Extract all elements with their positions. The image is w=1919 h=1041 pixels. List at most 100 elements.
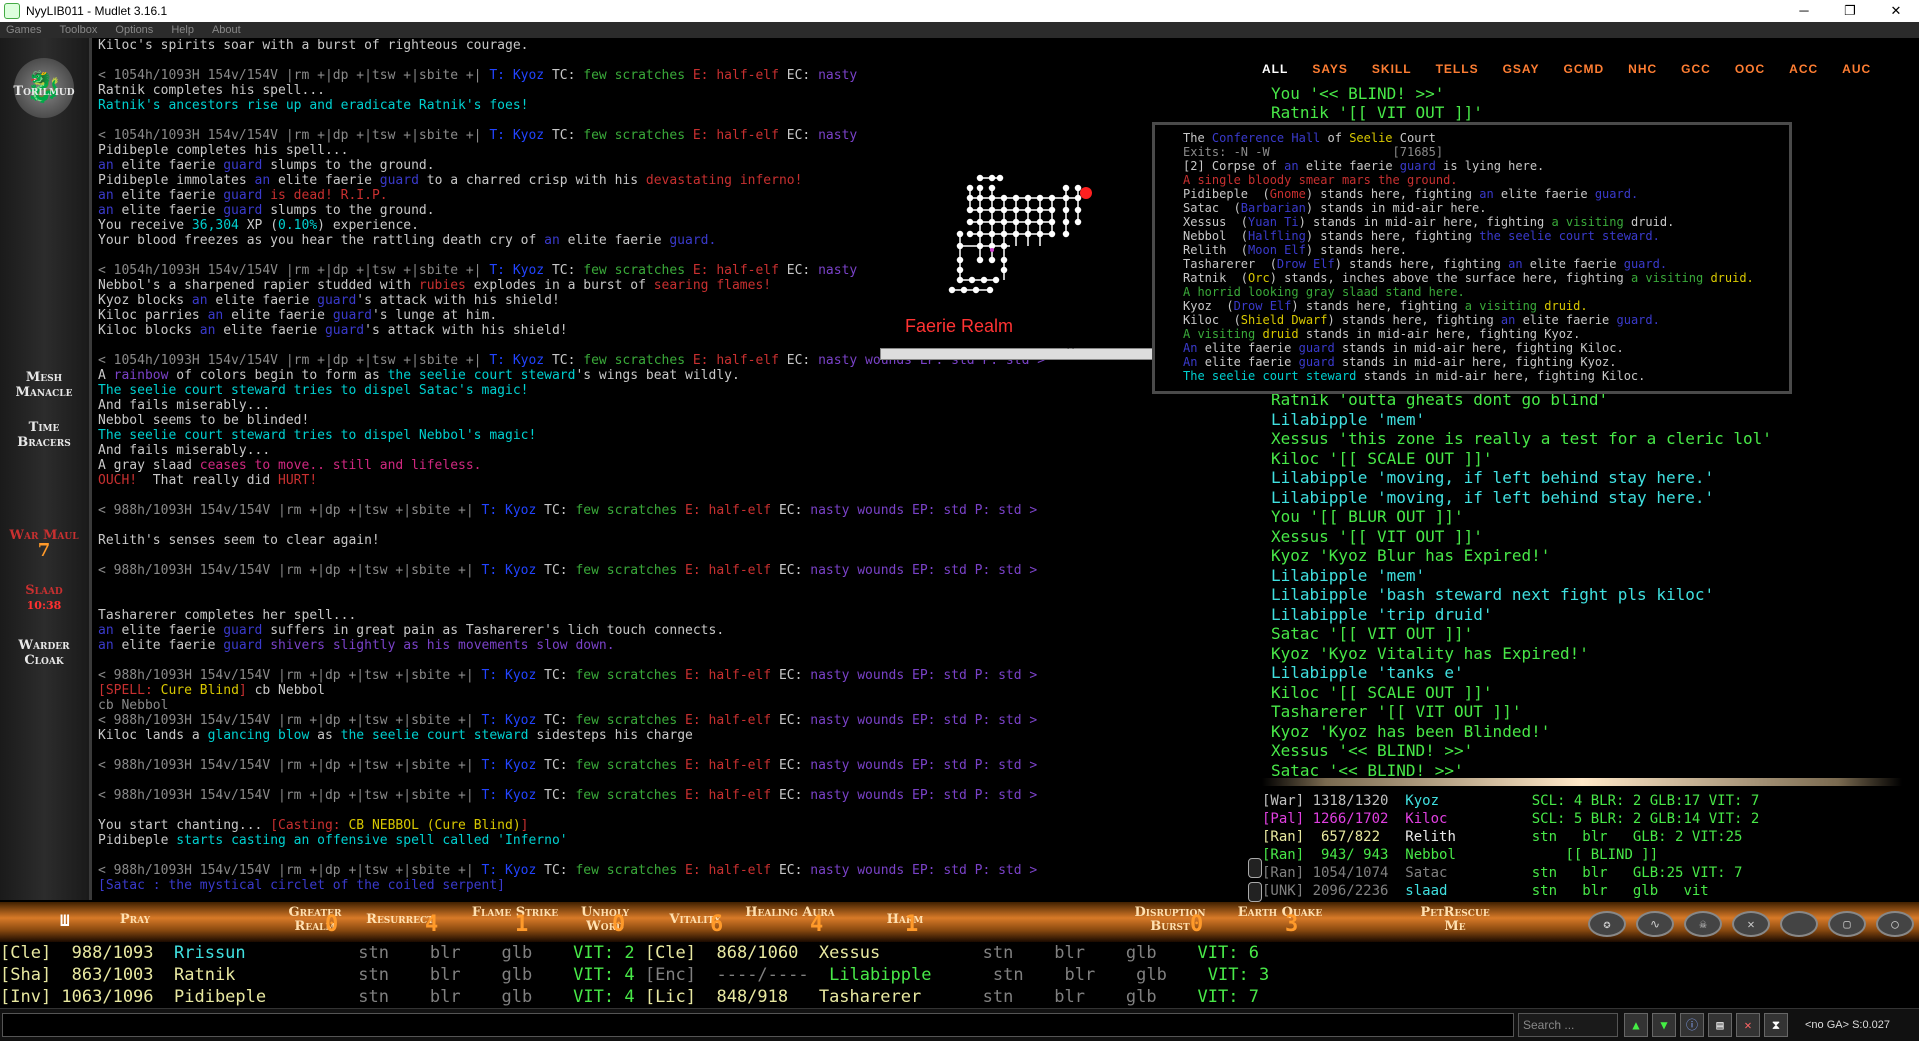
mesh-manacle-button[interactable]: Mesh Manacle	[0, 370, 88, 400]
tab-tells[interactable]: TELLS	[1436, 62, 1479, 84]
map-scroll-bar[interactable]: ^	[880, 343, 1154, 360]
menu-toggle-icon[interactable]: Ш	[60, 911, 70, 930]
party-text: VIT: 4	[573, 965, 645, 985]
blank-action-icon[interactable]	[1780, 911, 1818, 937]
chevron-up-icon[interactable]: ^	[1067, 343, 1074, 357]
console-text: [SPELL:	[98, 683, 161, 698]
chat-line: Lilabipple 'tanks e'	[1271, 663, 1464, 682]
room-text: ) stands here, fighting	[1305, 187, 1480, 201]
console-text: few scratches	[583, 68, 693, 83]
action-greater-realm[interactable]: Greater Realm	[270, 906, 360, 934]
tab-ooc[interactable]: OOC	[1735, 62, 1765, 84]
swords-action-icon[interactable]: ✕	[1732, 911, 1770, 937]
tab-nhc[interactable]: NHC	[1628, 62, 1657, 84]
console-text: T: Kyoz	[489, 68, 552, 83]
slaad-button[interactable]: Slaad 10:38	[0, 583, 88, 613]
console-line: [Satac : the mystical circlet of the coi…	[98, 878, 1248, 893]
action-unholy-word[interactable]: Unholy Word	[560, 906, 650, 934]
stop-icon[interactable]: ✕	[1736, 1013, 1760, 1037]
console-text: [Casting:	[270, 818, 349, 833]
action-petrescue-me[interactable]: PetRescue Me	[1410, 906, 1500, 934]
close-button[interactable]: ✕	[1873, 3, 1919, 19]
timer-icon[interactable]: ⧗	[1764, 1013, 1788, 1037]
console-text: EC:	[778, 788, 811, 803]
console-text: < 988h/1093H 154v/154V |rm +|dp +|tsw +|…	[98, 788, 482, 803]
room-text: A horrid looking gray slaad stand here.	[1183, 285, 1465, 299]
room-text: guard.	[1616, 313, 1660, 327]
party-text: [Cle] 988/1093	[0, 943, 174, 963]
room-text: an	[1479, 187, 1501, 201]
heartbeat-action-icon[interactable]: ∿	[1636, 911, 1674, 937]
tab-gsay[interactable]: GSAY	[1503, 62, 1540, 84]
scroll-down-icon[interactable]	[1248, 882, 1262, 902]
menu-item-help[interactable]: Help	[171, 24, 194, 36]
console-text: And fails miserably...	[98, 398, 271, 413]
room-text: Barbarian	[1240, 201, 1306, 215]
shield-action-icon[interactable]: ✪	[1588, 911, 1626, 937]
scroll-up-icon[interactable]	[1248, 858, 1262, 878]
tab-acc[interactable]: ACC	[1789, 62, 1818, 84]
console-text: an	[199, 323, 224, 338]
console-text: A	[98, 368, 114, 383]
info-icon[interactable]: ⓘ	[1680, 1013, 1704, 1037]
tab-gcc[interactable]: GCC	[1681, 62, 1711, 84]
war-maul-button[interactable]: War Maul 7	[0, 528, 88, 560]
room-text: Kiloc (	[1183, 313, 1241, 327]
time-bracers-button[interactable]: Time Bracers	[0, 420, 88, 450]
console-text: 's attack with his shield!	[364, 323, 568, 338]
room-text: elite faerie	[1529, 257, 1624, 271]
down-arrow-icon[interactable]: ▼	[1652, 1013, 1676, 1037]
room-text: guard	[1298, 341, 1342, 355]
menu-item-about[interactable]: About	[212, 24, 241, 36]
action-earth-quake[interactable]: Earth Quake	[1235, 906, 1325, 920]
minimize-button[interactable]: ─	[1781, 3, 1827, 19]
chest-action-icon[interactable]: ▢	[1828, 911, 1866, 937]
maximize-button[interactable]: ❐	[1827, 3, 1873, 19]
search-input[interactable]: Search ...	[1518, 1013, 1618, 1037]
warder-cloak-button[interactable]: Warder Cloak	[0, 638, 88, 668]
console-text: TC:	[544, 668, 576, 683]
menu-item-options[interactable]: Options	[115, 24, 153, 36]
action-vitality[interactable]: Vitality	[650, 913, 740, 927]
chat-output[interactable]: Ratnik 'outta gheats dont go blind' Lilab…	[1271, 390, 1772, 780]
log-icon[interactable]: ▤	[1708, 1013, 1732, 1037]
tab-says[interactable]: SAYS	[1312, 62, 1348, 84]
console-text: TC:	[544, 563, 576, 578]
tab-all[interactable]: ALL	[1262, 62, 1288, 84]
menu-item-toolbox[interactable]: Toolbox	[59, 24, 97, 36]
tab-auc[interactable]: AUC	[1842, 62, 1871, 84]
menu-item-games[interactable]: Games	[6, 24, 41, 36]
coin-action-icon[interactable]: ◯	[1876, 911, 1914, 937]
console-text: XP (	[246, 218, 279, 233]
console-text: elite faerie	[278, 173, 380, 188]
group-member-name: Relith	[1405, 829, 1532, 845]
console-text: Nebbol seems to be blinded!	[98, 413, 310, 428]
tab-gcmd[interactable]: GCMD	[1563, 62, 1604, 84]
skull-action-icon[interactable]: ☠	[1684, 911, 1722, 937]
chat-line: You '[[ BLUR OUT ]]'	[1271, 507, 1464, 526]
console-text: 0.10%	[278, 218, 318, 233]
map-player-marker	[990, 248, 994, 252]
tab-skill[interactable]: SKILL	[1372, 62, 1412, 84]
group-member-row: [Ran] 1054/1074 Satac stn blr GLB:25 VIT…	[1262, 864, 1919, 882]
console-text: Nebbol's a sharpened rapier studded with	[98, 278, 419, 293]
up-arrow-icon[interactable]: ▲	[1624, 1013, 1648, 1037]
console-text: TC:	[544, 503, 576, 518]
room-description-window: The Conference Hall of Seelie Court Exits…	[1152, 122, 1792, 394]
console-text: nasty wounds	[810, 713, 913, 728]
command-input[interactable]	[2, 1013, 1514, 1037]
console-text: < 988h/1093H 154v/154V |rm +|dp +|tsw +|…	[98, 758, 482, 773]
room-line: Pidibeple (Gnome) stands here, fighting …	[1183, 187, 1789, 201]
torilmud-label[interactable]: Torilmud	[0, 84, 88, 99]
console-line: A rainbow of colors begin to form as the…	[98, 368, 1248, 383]
room-line: Nebbol (Halfling) stands here, fighting …	[1183, 229, 1789, 243]
action-pray[interactable]: Pray	[90, 913, 180, 927]
console-text: < 1054h/1093H 154v/154V |rm +|dp +|tsw +…	[98, 68, 490, 83]
console-text: EC:	[786, 68, 819, 83]
room-text: a visiting	[1551, 215, 1631, 229]
action-cooldown-count: 3	[1285, 912, 1299, 937]
console-text: E: half-elf	[692, 263, 787, 278]
